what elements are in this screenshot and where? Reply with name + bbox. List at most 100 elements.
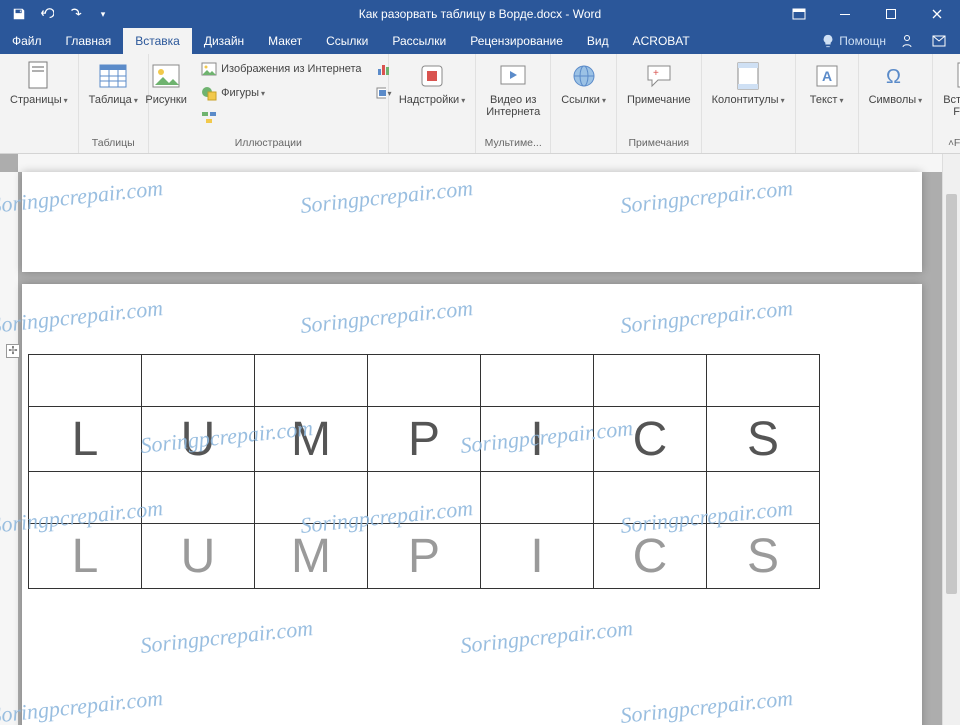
qat-customize[interactable]: ▾ xyxy=(90,2,116,26)
table-row[interactable]: LUMPICS xyxy=(29,524,820,589)
online-pictures-icon xyxy=(201,61,217,77)
pages-label: Страницы xyxy=(10,94,68,107)
group-comments-label: Примечания xyxy=(628,137,689,151)
tab-design[interactable]: Дизайн xyxy=(192,28,256,54)
close-button[interactable] xyxy=(914,0,960,28)
page-1-bottom[interactable] xyxy=(22,172,922,272)
tell-me-label: Помощн xyxy=(839,34,886,48)
table-cell[interactable] xyxy=(29,472,142,524)
online-video-button[interactable]: Видео из Интернета xyxy=(482,58,544,120)
tab-view[interactable]: Вид xyxy=(575,28,621,54)
headerfooter-button[interactable]: Колонтитулы xyxy=(708,58,789,109)
group-addins: Надстройки xyxy=(389,54,476,153)
group-tables-label: Таблицы xyxy=(92,137,135,151)
account-button[interactable] xyxy=(928,30,950,52)
group-illustrations: Рисунки Изображения из Интернета Фигуры xyxy=(149,54,389,153)
share-icon xyxy=(899,33,915,49)
horizontal-ruler[interactable] xyxy=(18,154,942,172)
table-cell[interactable]: L xyxy=(29,407,142,472)
tab-acrobat[interactable]: ACROBAT xyxy=(621,28,702,54)
svg-text:+: + xyxy=(653,68,659,79)
table-cell[interactable] xyxy=(142,355,255,407)
vertical-scrollbar[interactable] xyxy=(942,154,960,725)
table-cell[interactable]: C xyxy=(594,407,707,472)
flash-label: Встроить Flash xyxy=(943,94,960,118)
table-cell[interactable] xyxy=(481,472,594,524)
table-cell[interactable]: I xyxy=(481,407,594,472)
minimize-button[interactable] xyxy=(822,0,868,28)
symbols-button[interactable]: Ω Символы xyxy=(865,58,927,109)
table-move-handle[interactable]: ✢ xyxy=(6,344,20,358)
group-links-label xyxy=(582,137,585,151)
table-cell[interactable] xyxy=(29,355,142,407)
table-cell[interactable] xyxy=(142,472,255,524)
comment-button[interactable]: + Примечание xyxy=(623,58,695,108)
document-table[interactable]: LUMPICSLUMPICS xyxy=(28,354,820,589)
save-button[interactable] xyxy=(6,2,32,26)
links-button[interactable]: Ссылки xyxy=(557,58,610,109)
table-cell[interactable] xyxy=(255,472,368,524)
maximize-icon xyxy=(885,8,897,20)
shapes-button[interactable]: Фигуры xyxy=(197,82,365,104)
shapes-label: Фигуры xyxy=(221,87,265,99)
table-cell[interactable]: S xyxy=(707,407,820,472)
text-button[interactable]: A Текст xyxy=(802,58,852,109)
group-headerfooter-label xyxy=(747,137,750,151)
window-controls xyxy=(776,0,960,28)
tab-mailings[interactable]: Рассылки xyxy=(380,28,458,54)
ribbon-collapse[interactable]: ˄ xyxy=(948,138,954,149)
table-cell[interactable]: U xyxy=(142,524,255,589)
symbols-icon: Ω xyxy=(879,60,911,92)
table-cell[interactable]: M xyxy=(255,407,368,472)
tell-me[interactable]: Помощн xyxy=(821,34,886,48)
group-illustrations-label: Иллюстрации xyxy=(235,137,302,151)
table-cell[interactable]: I xyxy=(481,524,594,589)
ribbon-display-options[interactable] xyxy=(776,0,822,28)
table-cell[interactable] xyxy=(707,355,820,407)
shapes-icon xyxy=(201,85,217,101)
scrollbar-thumb[interactable] xyxy=(946,194,957,594)
table-cell[interactable]: P xyxy=(368,524,481,589)
table-cell[interactable]: U xyxy=(142,407,255,472)
smartart-icon xyxy=(201,109,217,125)
pictures-button[interactable]: Рисунки xyxy=(141,58,191,108)
tab-layout[interactable]: Макет xyxy=(256,28,314,54)
table-cell[interactable]: P xyxy=(368,407,481,472)
table-cell[interactable] xyxy=(707,472,820,524)
flash-button[interactable]: f Встроить Flash xyxy=(939,58,960,120)
table-cell[interactable]: S xyxy=(707,524,820,589)
svg-text:A: A xyxy=(822,68,832,84)
tab-insert[interactable]: Вставка xyxy=(123,28,192,54)
table-row[interactable]: LUMPICS xyxy=(29,407,820,472)
table-cell[interactable]: C xyxy=(594,524,707,589)
group-text: A Текст xyxy=(796,54,859,153)
table-label: Таблица xyxy=(89,94,138,107)
comment-icon: + xyxy=(643,60,675,92)
tab-file[interactable]: Файл xyxy=(0,28,54,54)
redo-button[interactable] xyxy=(62,2,88,26)
table-cell[interactable]: L xyxy=(29,524,142,589)
table-cell[interactable] xyxy=(481,355,594,407)
table-cell[interactable] xyxy=(255,355,368,407)
online-pictures-button[interactable]: Изображения из Интернета xyxy=(197,58,365,80)
addins-button[interactable]: Надстройки xyxy=(395,58,469,109)
table-cell[interactable] xyxy=(368,355,481,407)
table-button[interactable]: Таблица xyxy=(85,58,142,109)
undo-button[interactable] xyxy=(34,2,60,26)
tab-review[interactable]: Рецензирование xyxy=(458,28,575,54)
pages-button[interactable]: Страницы xyxy=(6,58,72,109)
table-cell[interactable]: M xyxy=(255,524,368,589)
vertical-ruler[interactable] xyxy=(0,172,18,725)
group-headerfooter: Колонтитулы xyxy=(702,54,796,153)
maximize-button[interactable] xyxy=(868,0,914,28)
table-cell[interactable] xyxy=(594,472,707,524)
table-row[interactable] xyxy=(29,355,820,407)
table-row[interactable] xyxy=(29,472,820,524)
table-cell[interactable] xyxy=(368,472,481,524)
group-pages: Страницы xyxy=(0,54,79,153)
tab-home[interactable]: Главная xyxy=(54,28,124,54)
share-button[interactable] xyxy=(896,30,918,52)
table-cell[interactable] xyxy=(594,355,707,407)
tab-references[interactable]: Ссылки xyxy=(314,28,380,54)
smartart-button[interactable] xyxy=(197,106,365,128)
